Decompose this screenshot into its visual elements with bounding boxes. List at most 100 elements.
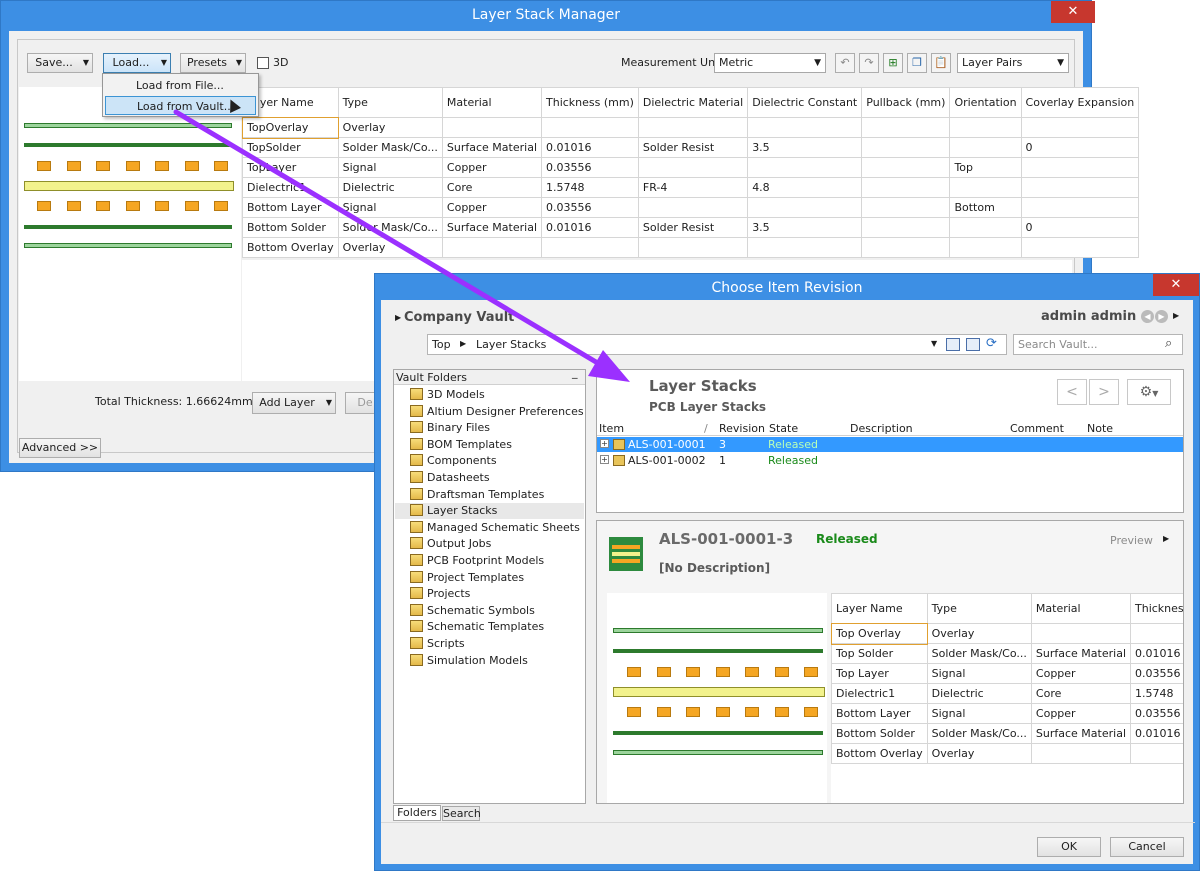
layer-grid-row[interactable]: TopSolder Solder Mask/Co... Surface Materi… — [242, 137, 1140, 158]
folder-item[interactable]: PCB Footprint Models — [410, 553, 544, 569]
detail-grid-cell[interactable]: 0.01016 — [1130, 723, 1183, 744]
nav-menu-icon[interactable]: ▶ — [1173, 311, 1179, 320]
layer-grid-cell[interactable] — [1020, 177, 1140, 198]
layer-grid-col-header[interactable]: Material — [441, 87, 543, 118]
redo-icon[interactable]: ↷ — [859, 53, 879, 73]
layer-pairs-select[interactable]: Layer Pairs ▼ — [957, 53, 1069, 73]
folder-item[interactable]: Output Jobs — [410, 536, 491, 552]
col-note[interactable]: Note — [1087, 422, 1113, 435]
layer-grid-cell[interactable]: Overlay — [337, 237, 443, 258]
detail-grid-cell[interactable] — [1130, 743, 1183, 764]
add-layer-button[interactable]: Add Layer ▼ — [252, 392, 336, 414]
detail-grid-cell[interactable]: Copper — [1030, 663, 1132, 684]
folder-item[interactable]: Projects — [410, 586, 470, 602]
detail-grid-cell[interactable]: Top Layer — [831, 663, 928, 684]
layer-grid-cell[interactable]: 0 — [1020, 217, 1140, 238]
layer-grid-cell[interactable] — [861, 197, 951, 218]
folder-item[interactable]: Simulation Models — [410, 653, 528, 669]
layer-grid-cell[interactable] — [637, 197, 749, 218]
layer-grid-cell[interactable] — [637, 237, 749, 258]
layer-grid-cell[interactable] — [637, 157, 749, 178]
layer-grid-cell[interactable] — [747, 237, 863, 258]
paste-icon[interactable]: 📋 — [931, 53, 951, 73]
prev-icon[interactable]: < — [1057, 379, 1087, 405]
layer-grid-col-header[interactable]: Type — [337, 87, 443, 118]
layer-grid-cell[interactable] — [861, 237, 951, 258]
layer-grid-cell[interactable] — [1020, 157, 1140, 178]
detail-grid-cell[interactable]: Top Solder — [831, 643, 928, 664]
layer-grid-row[interactable]: TopLayer Signal Copper 0.03556 Top — [242, 157, 1140, 178]
detail-grid-col-header[interactable]: Type — [926, 593, 1032, 624]
lsm-close-button[interactable]: ✕ — [1051, 1, 1095, 23]
folder-item[interactable]: Layer Stacks — [395, 503, 584, 520]
layer-grid-col-header[interactable]: Orientation — [949, 87, 1022, 118]
detail-grid-cell[interactable]: Core — [1030, 683, 1132, 704]
layer-grid-cell[interactable] — [861, 177, 951, 198]
item-row[interactable]: + ALS-001-0001 3 Released — [597, 437, 1183, 452]
layer-grid-cell[interactable]: Bottom Layer — [242, 197, 339, 218]
breadcrumb-top[interactable]: Top — [432, 338, 451, 351]
layer-grid-cell[interactable]: 0.03556 — [541, 157, 639, 178]
layer-grid-col-header[interactable]: Thickness (mm) — [541, 87, 639, 118]
layer-grid-col-header[interactable]: Dielectric Material — [637, 87, 749, 118]
folder-item[interactable]: Schematic Templates — [410, 619, 544, 635]
advanced-button[interactable]: Advanced >> — [19, 438, 101, 458]
view-preview-icon[interactable] — [966, 338, 980, 351]
layer-grid-cell[interactable]: Solder Mask/Co... — [337, 217, 443, 238]
layer-grid-col-header[interactable]: Coverlay Expansion — [1020, 87, 1140, 118]
detail-grid-cell[interactable]: Dielectric — [926, 683, 1032, 704]
nav-back-icon[interactable]: ◀ — [1141, 310, 1154, 323]
layer-grid-cell[interactable]: Bottom Overlay — [242, 237, 339, 258]
export-excel-icon[interactable]: ⊞ — [883, 53, 903, 73]
ok-button[interactable]: OK — [1037, 837, 1101, 857]
folder-item[interactable]: Components — [410, 453, 497, 469]
undo-icon[interactable]: ↶ — [835, 53, 855, 73]
layer-grid-cell[interactable] — [637, 117, 749, 138]
cancel-button[interactable]: Cancel — [1110, 837, 1184, 857]
save-button[interactable]: Save... ▼ — [27, 53, 93, 73]
folder-item[interactable]: Draftsman Templates — [410, 487, 544, 503]
layer-grid-cell[interactable]: Signal — [337, 197, 443, 218]
vault-expand-icon[interactable]: ▶ — [395, 313, 401, 322]
layer-grid-cell[interactable]: 3.5 — [747, 137, 863, 158]
detail-grid-cell[interactable] — [1130, 623, 1183, 644]
layer-grid-cell[interactable] — [949, 177, 1022, 198]
presets-button[interactable]: Presets ▼ — [180, 53, 246, 73]
col-description[interactable]: Description — [850, 422, 913, 435]
folder-item[interactable]: Schematic Symbols — [410, 603, 535, 619]
layer-grid-cell[interactable]: Surface Material — [441, 217, 543, 238]
item-row[interactable]: + ALS-001-0002 1 Released — [597, 453, 1183, 468]
layer-grid-row[interactable]: Bottom Layer Signal Copper 0.03556 Bottom — [242, 197, 1140, 218]
layer-grid-row[interactable]: Dielectric1 Dielectric Core 1.5748 FR-4 4.8 — [242, 177, 1140, 198]
layer-grid-cell[interactable]: 4.8 — [747, 177, 863, 198]
layer-grid-cell[interactable]: Dielectric1 — [242, 177, 339, 198]
detail-grid-row[interactable]: Top Overlay Overlay — [831, 622, 1183, 645]
detail-grid-cell[interactable]: Solder Mask/Co... — [926, 723, 1032, 744]
layer-grid-cell[interactable]: 0.01016 — [541, 137, 639, 158]
detail-grid-cell[interactable]: Dielectric1 — [831, 683, 928, 704]
layer-grid-cell[interactable] — [861, 137, 951, 158]
layer-grid-cell[interactable] — [441, 117, 543, 138]
detail-grid-cell[interactable]: Bottom Overlay — [831, 743, 928, 764]
layer-grid-cell[interactable]: TopLayer — [242, 157, 339, 178]
refresh-icon[interactable]: ⟳ — [986, 336, 997, 351]
layer-grid-cell[interactable]: Solder Resist — [637, 137, 749, 158]
layer-grid-cell[interactable]: Signal — [337, 157, 443, 178]
layer-grid-row[interactable]: TopOverlay Overlay — [241, 116, 1140, 139]
layer-grid-cell[interactable]: Dielectric — [337, 177, 443, 198]
detail-grid-cell[interactable]: Bottom Layer — [831, 703, 928, 724]
detail-grid-col-header[interactable]: Thickness (mm — [1130, 593, 1183, 624]
folder-item[interactable]: Project Templates — [410, 570, 524, 586]
layer-grid-cell[interactable] — [861, 117, 951, 138]
minimize-panel-icon[interactable]: _ — [572, 366, 578, 379]
detail-grid-cell[interactable]: Copper — [1030, 703, 1132, 724]
layer-grid-cell[interactable]: 0.03556 — [541, 197, 639, 218]
detail-grid-row[interactable]: Dielectric1 Dielectric Core 1.5748 — [831, 683, 1183, 704]
copy-icon[interactable]: ❐ — [907, 53, 927, 73]
detail-grid-cell[interactable]: 1.5748 — [1130, 683, 1183, 704]
detail-grid-cell[interactable]: Top Overlay — [831, 622, 929, 645]
load-button[interactable]: Load... ▼ — [103, 53, 171, 73]
layer-grid-row[interactable]: Bottom Overlay Overlay — [242, 237, 1140, 258]
layer-grid-cell[interactable]: TopSolder — [242, 137, 339, 158]
layer-grid-cell[interactable]: FR-4 — [637, 177, 749, 198]
